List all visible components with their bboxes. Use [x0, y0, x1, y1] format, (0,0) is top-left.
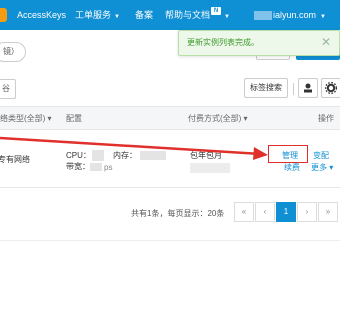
chevron-down-icon: ▼ [224, 14, 230, 20]
account-email[interactable]: ialyun.com [273, 10, 316, 21]
masked-value [140, 151, 166, 160]
toolbar-divider [293, 83, 294, 95]
renew-link[interactable]: 续费 [284, 163, 300, 173]
annotation-highlight-box [268, 145, 308, 163]
tag-search-button[interactable]: 标签搜索 [244, 78, 288, 98]
bandwidth-label: 带宽： [66, 162, 90, 171]
network-type-cell: 专有网络 [0, 155, 30, 164]
nav-help-docs[interactable]: 帮助与文档 [165, 10, 210, 21]
chevron-down-icon: ▼ [114, 14, 120, 20]
top-nav-bar: AccessKeys 工单服务 ▼ 备案 帮助与文档 N ▼ ialyun.co… [0, 0, 340, 30]
toast-message: 更新实例列表完成。 [187, 38, 259, 47]
first-page-button[interactable]: « [234, 202, 254, 222]
success-toast: 更新实例列表完成。 ✕ [178, 30, 340, 56]
account-masked [254, 11, 272, 20]
upgrade-link[interactable]: 变配 [313, 151, 329, 161]
masked-value [92, 150, 104, 161]
page-1-button[interactable]: 1 [276, 202, 296, 222]
masked-value [90, 163, 102, 171]
last-page-button[interactable]: » [318, 202, 338, 222]
next-page-button[interactable]: › [297, 202, 317, 222]
new-badge: N [211, 7, 221, 15]
memory-label: 内存： [113, 151, 137, 160]
chevron-down-icon: ▼ [320, 14, 326, 20]
pagination-summary: 共有1条，每页显示：20条 [131, 209, 225, 218]
prev-page-button[interactable]: ‹ [255, 202, 275, 222]
cpu-label: CPU： [66, 151, 91, 160]
nav-tickets[interactable]: 工单服务 [75, 10, 111, 21]
billing-cell: 包年包月 [190, 151, 222, 160]
aliyun-logo-icon[interactable] [0, 8, 7, 22]
masked-value [190, 163, 230, 173]
nav-icp-filing[interactable]: 备案 [135, 10, 153, 21]
close-icon[interactable]: ✕ [321, 35, 331, 49]
col-billing-method[interactable]: 付费方式(全部) ▾ [188, 113, 248, 124]
col-configuration: 配置 [66, 114, 82, 123]
divider [0, 240, 340, 241]
gear-icon [324, 81, 338, 95]
search-filter-select[interactable]: 谷 [0, 79, 16, 99]
instance-filter-pill[interactable]: 镜） [0, 42, 26, 62]
table-header: 络类型(全部) ▾ 配置 付费方式(全部) ▾ 操作 [0, 106, 340, 130]
more-actions-link[interactable]: 更多 ▾ [311, 163, 333, 173]
nav-accesskeys[interactable]: AccessKeys [17, 10, 66, 21]
bandwidth-unit: ps [104, 163, 113, 172]
settings-button[interactable] [321, 78, 340, 98]
col-actions: 操作 [318, 114, 334, 123]
col-network-type[interactable]: 络类型(全部) ▾ [0, 113, 52, 124]
export-button[interactable] [298, 78, 318, 98]
user-download-icon [304, 83, 312, 93]
